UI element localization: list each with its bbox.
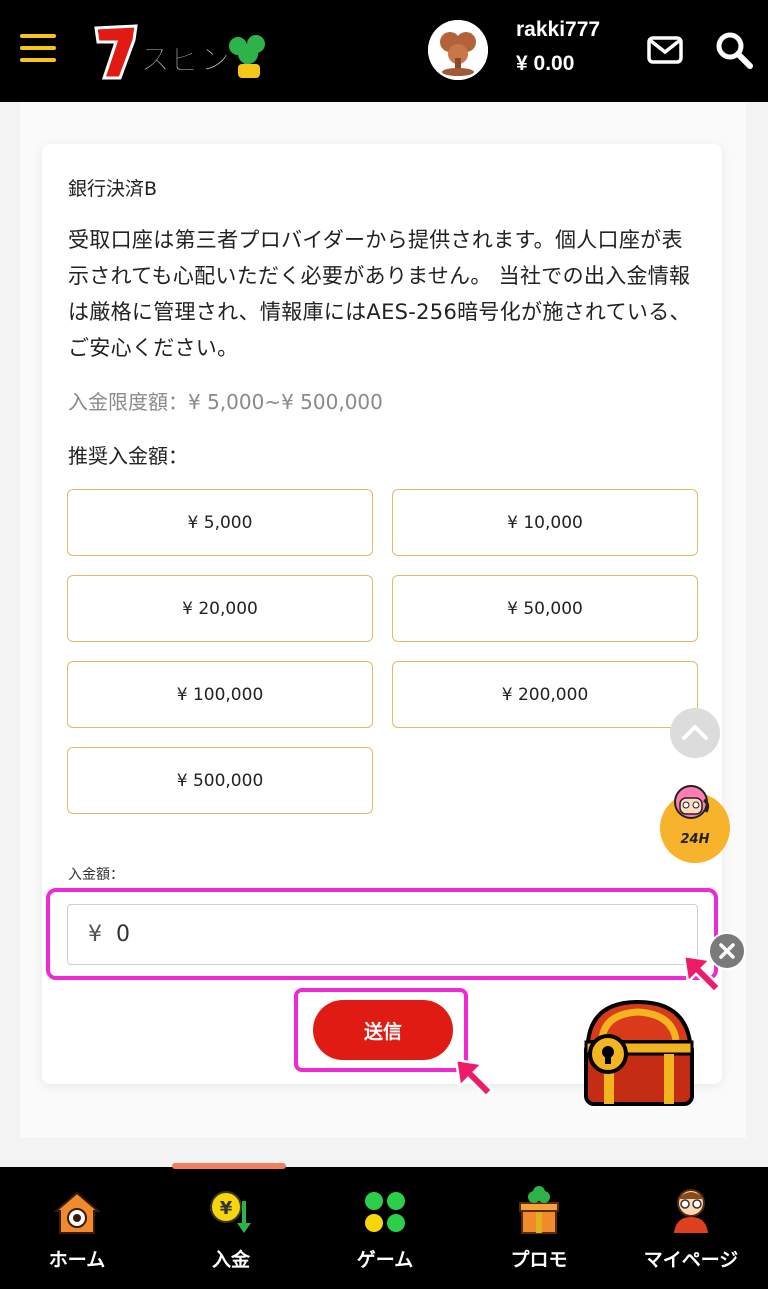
promo-gift-icon: [519, 1186, 559, 1234]
nav-games-label: ゲーム: [356, 1249, 414, 1271]
svg-text:スピン: スピン: [140, 43, 230, 78]
amount-value: 0: [116, 922, 130, 947]
amount-option-10000[interactable]: ¥ 10,000: [392, 489, 698, 556]
nav-home-label: ホーム: [48, 1249, 106, 1271]
currency-symbol: ¥: [88, 922, 102, 947]
chevron-up-icon: [682, 725, 708, 740]
nav-games[interactable]: ゲーム: [308, 1167, 462, 1289]
top-header: スピン rakki777 ¥ 0.00: [0, 0, 768, 102]
svg-text:¥: ¥: [220, 1198, 233, 1219]
deposit-limit: 入金限度額：¥ 5,000~¥ 500,000: [68, 390, 383, 414]
support-agent-icon: [660, 785, 730, 863]
scroll-to-top-button[interactable]: [670, 708, 720, 758]
amount-option-200000[interactable]: ¥ 200,000: [392, 661, 698, 728]
balance: ¥ 0.00: [516, 52, 575, 75]
nav-deposit[interactable]: ¥ 入金: [154, 1167, 308, 1289]
amount-option-500000[interactable]: ¥ 500,000: [67, 747, 373, 814]
recommended-amount-label: 推奨入金額：: [68, 444, 188, 468]
amount-field-label: 入金額：: [68, 867, 124, 883]
games-icon: [365, 1192, 405, 1232]
amount-option-50000[interactable]: ¥ 50,000: [392, 575, 698, 642]
nav-mypage-label: マイページ: [643, 1249, 739, 1271]
mypage-avatar-icon: [674, 1189, 708, 1233]
search-icon[interactable]: [714, 30, 754, 70]
submit-button[interactable]: 送信: [313, 1000, 453, 1060]
home-icon: [53, 1191, 101, 1234]
nav-promo-label: プロモ: [510, 1249, 568, 1271]
username: rakki777: [516, 18, 601, 41]
support-chat-button[interactable]: 24H: [658, 780, 732, 864]
brand-logo[interactable]: スピン: [90, 20, 270, 84]
user-avatar[interactable]: [428, 20, 488, 80]
nav-deposit-label: 入金: [211, 1249, 250, 1271]
pointer-arrow-icon: [454, 1058, 494, 1098]
support-hours-label: 24H: [680, 832, 710, 847]
deposit-icon: ¥: [210, 1191, 251, 1233]
nav-home[interactable]: ホーム: [0, 1167, 154, 1289]
payment-method-title: 銀行決済B: [68, 178, 158, 200]
menu-icon[interactable]: [20, 34, 56, 64]
amount-input[interactable]: ¥ 0: [67, 904, 698, 965]
mail-icon[interactable]: [646, 34, 684, 66]
security-notice: 受取口座は第三者プロバイダーから提供されます。個人口座が表示されても心配いただく…: [68, 228, 691, 360]
amount-option-20000[interactable]: ¥ 20,000: [67, 575, 373, 642]
nav-mypage[interactable]: マイページ: [614, 1167, 768, 1289]
nav-promo[interactable]: プロモ: [462, 1167, 616, 1289]
amount-option-5000[interactable]: ¥ 5,000: [67, 489, 373, 556]
amount-option-100000[interactable]: ¥ 100,000: [67, 661, 373, 728]
close-icon[interactable]: [708, 932, 746, 970]
treasure-chest-icon[interactable]: [578, 996, 700, 1116]
